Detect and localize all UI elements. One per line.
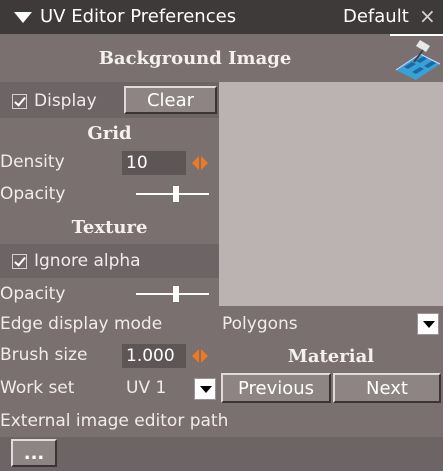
material-header: Material — [219, 341, 443, 371]
uv-checker-icon — [395, 40, 441, 80]
brush-size-spinner-icon[interactable] — [191, 347, 209, 365]
grid-opacity-slider[interactable] — [136, 185, 209, 203]
display-checkbox[interactable] — [12, 94, 27, 109]
slider-thumb[interactable] — [173, 186, 179, 202]
external-editor-row: External image editor path — [0, 405, 443, 437]
slider-thumb[interactable] — [173, 286, 179, 302]
browse-button[interactable]: ... — [11, 439, 57, 467]
density-label: Density — [0, 152, 65, 172]
title-bar[interactable]: UV Editor Preferences Default × — [0, 0, 443, 34]
work-set-dropdown-icon[interactable] — [194, 378, 216, 400]
ignore-alpha-row: Ignore alpha — [0, 244, 219, 278]
texture-opacity-slider[interactable] — [136, 285, 209, 303]
window-title: UV Editor Preferences — [40, 6, 237, 27]
ignore-alpha-label: Ignore alpha — [34, 251, 141, 271]
previous-button[interactable]: Previous — [221, 373, 331, 403]
work-set-row: Work set UV 1 Previous Next — [0, 371, 443, 405]
brush-size-field[interactable]: 1.000 — [122, 344, 186, 368]
work-set-select[interactable]: UV 1 — [126, 378, 166, 398]
work-set-label: Work set — [0, 378, 75, 398]
density-spinner-icon[interactable] — [191, 154, 209, 172]
ignore-alpha-checkbox[interactable] — [12, 254, 27, 269]
uv-editor-preferences-panel: UV Editor Preferences Default × Backgrou… — [0, 0, 443, 471]
grid-header: Grid — [0, 118, 219, 148]
close-icon[interactable]: × — [419, 4, 436, 28]
brush-size-row: Brush size 1.000 — [0, 341, 219, 371]
density-row: Density 10 — [0, 148, 219, 178]
edge-display-dropdown-icon[interactable] — [417, 313, 439, 335]
background-image-preview[interactable] — [219, 82, 443, 306]
density-field[interactable]: 10 — [122, 151, 186, 175]
external-editor-label: External image editor path — [0, 411, 229, 431]
brush-size-label: Brush size — [0, 345, 88, 365]
collapse-arrow-icon[interactable] — [14, 12, 32, 23]
grid-opacity-row: Opacity — [0, 178, 219, 210]
texture-header: Texture — [0, 210, 219, 244]
display-label: Display — [34, 91, 97, 111]
grid-opacity-label: Opacity — [0, 184, 66, 204]
uv-grid-thumbnail — [390, 36, 443, 82]
edge-display-select[interactable]: Polygons — [222, 314, 298, 334]
edge-display-row: Edge display mode Polygons — [0, 306, 443, 341]
edge-display-label: Edge display mode — [0, 314, 163, 334]
clear-button[interactable]: Clear — [124, 86, 217, 114]
texture-opacity-label: Opacity — [0, 284, 66, 304]
external-editor-path-row: ... — [0, 437, 443, 471]
preset-selector[interactable]: Default — [343, 6, 409, 27]
next-button[interactable]: Next — [333, 373, 441, 403]
background-image-header: Background Image — [0, 34, 390, 82]
display-row: Display Clear — [0, 82, 219, 118]
